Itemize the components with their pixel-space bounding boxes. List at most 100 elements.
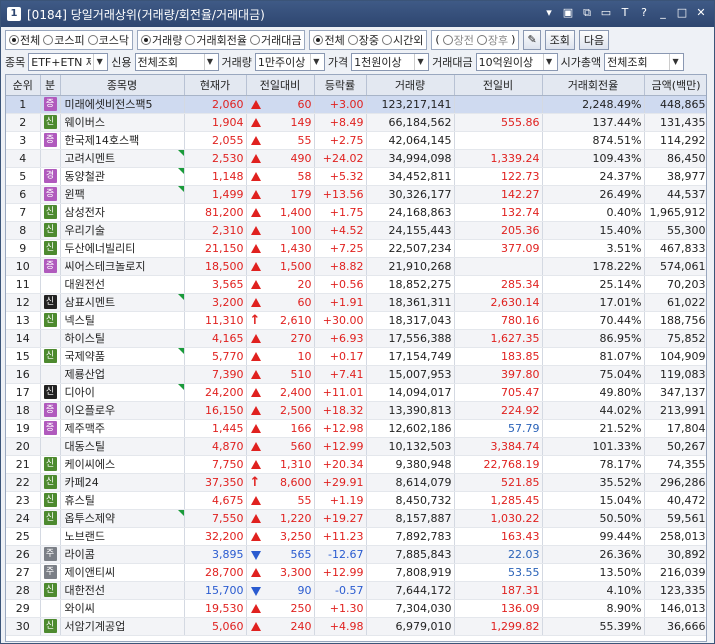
- close-icon[interactable]: ✕: [694, 6, 708, 20]
- stock-name[interactable]: 서암기계공업: [65, 620, 126, 633]
- stock-name[interactable]: 웨이버스: [65, 116, 105, 129]
- time-radio-0[interactable]: 장전: [442, 32, 474, 48]
- link-icon[interactable]: ⧉: [580, 6, 594, 20]
- table-row[interactable]: 29 와이씨 19,530 250 +1.30 7,304,030 136.09 8.90% 1…: [6, 599, 706, 618]
- price-select[interactable]: 1천원이상 ▼: [351, 52, 430, 71]
- table-row[interactable]: 20 대동스틸 4,870 560 +12.99 10,132,503 3,384.74 10…: [6, 437, 706, 456]
- stock-name[interactable]: 디아이: [65, 386, 95, 399]
- table-row[interactable]: 2 신 웨이버스 1,904 149 +8.49 66,184,562 555.86 137.4…: [6, 113, 706, 132]
- stock-name[interactable]: 미래에셋비전스팩5: [65, 98, 153, 111]
- session-radio-2[interactable]: 시간외: [381, 32, 423, 48]
- table-row[interactable]: 21 신 케이씨에스 7,750 1,310 +20.34 9,380,948 22,768.…: [6, 455, 706, 474]
- settings-button[interactable]: ✎: [523, 29, 541, 50]
- next-button[interactable]: 다음: [578, 29, 610, 50]
- stock-name[interactable]: 대원전선: [65, 278, 105, 291]
- help-icon[interactable]: ?: [637, 6, 651, 20]
- stock-name[interactable]: 두산에너빌리티: [65, 242, 136, 255]
- minimize-icon[interactable]: _: [656, 6, 670, 20]
- table-row[interactable]: 12 신 삼표시멘트 3,200 60 +1.91 18,361,311 2,630.14 17…: [6, 293, 706, 312]
- cap-select[interactable]: 전체조회 ▼: [604, 52, 685, 71]
- column-header[interactable]: 분: [40, 75, 61, 96]
- basis-radio-2[interactable]: 거래대금: [249, 32, 301, 48]
- session-radio-1[interactable]: 장중: [347, 32, 379, 48]
- table-row[interactable]: 27 주 제이앤티씨 28,700 3,300 +12.99 7,808,919 53.55 1…: [6, 563, 706, 582]
- table-row[interactable]: 10 증 씨어스테크놀로지 18,500 1,500 +8.82 21,910,268 178…: [6, 257, 706, 276]
- column-header[interactable]: 거래량: [366, 75, 455, 96]
- column-header[interactable]: 현재가: [184, 75, 247, 96]
- column-header[interactable]: 종목명: [60, 75, 185, 96]
- table-row[interactable]: 4 고려시멘트 2,530 490 +24.02 34,994,098 1,339.24 10…: [6, 149, 706, 168]
- table-row[interactable]: 22 신 카페24 37,350 ↑ 8,600 +29.91 8,614,079 521.85…: [6, 473, 706, 492]
- jongmok-select[interactable]: ETF+ETN 제 ▼: [28, 52, 109, 71]
- basis-radio-1[interactable]: 거래회전율: [185, 32, 247, 48]
- stock-name[interactable]: 케이씨에스: [65, 458, 116, 471]
- table-row[interactable]: 16 제룡산업 7,390 510 +7.41 15,007,953 397.80 75.04…: [6, 365, 706, 384]
- memo-icon[interactable]: ▣: [561, 6, 575, 20]
- turnover-cell: 874.51%: [542, 131, 645, 150]
- chevron-down-icon[interactable]: ▾: [542, 6, 556, 20]
- stock-name[interactable]: 동양철관: [65, 170, 105, 183]
- table-row[interactable]: 9 신 두산에너빌리티 21,150 1,430 +7.25 22,507,234 377.0…: [6, 239, 706, 258]
- table-row[interactable]: 25 노브랜드 32,200 3,250 +11.23 7,892,783 163.43 99…: [6, 527, 706, 546]
- table-row[interactable]: 26 주 라이콤 3,895 565 -12.67 7,885,843 22.03 26.36%…: [6, 545, 706, 564]
- market-radio-2[interactable]: 코스닥: [87, 32, 129, 48]
- column-header[interactable]: 등락률: [314, 75, 367, 96]
- stock-name[interactable]: 하이스틸: [65, 332, 105, 345]
- volume-select[interactable]: 1만주이상 ▼: [254, 52, 325, 71]
- basis-radio-0[interactable]: 거래량: [141, 32, 182, 48]
- table-row[interactable]: 13 신 넥스틸 11,310 ↑ 2,610 +30.00 18,317,043 780.16…: [6, 311, 706, 330]
- table-row[interactable]: 5 경 동양철관 1,148 58 +5.32 34,452,811 122.73 24.37%…: [6, 167, 706, 186]
- stock-name[interactable]: 고려시멘트: [65, 152, 116, 165]
- credit-select[interactable]: 전체조회 ▼: [134, 52, 219, 71]
- stock-name[interactable]: 제룡산업: [65, 368, 105, 381]
- table-row[interactable]: 19 증 제주맥주 1,445 166 +12.98 12,602,186 57.79 21.5…: [6, 419, 706, 438]
- table-row[interactable]: 14 하이스틸 4,165 270 +6.93 17,556,388 1,627.35 86.…: [6, 329, 706, 348]
- column-header[interactable]: 순위: [6, 75, 41, 96]
- table-row[interactable]: 15 신 국제약품 5,770 10 +0.17 17,154,749 183.85 81.07…: [6, 347, 706, 366]
- stock-name[interactable]: 라이콤: [65, 548, 95, 561]
- session-radio-0[interactable]: 전체: [313, 32, 345, 48]
- query-button[interactable]: 조회: [544, 29, 575, 50]
- stock-name[interactable]: 제이앤티씨: [65, 566, 116, 579]
- amount-select[interactable]: 10억원이상 ▼: [475, 52, 558, 71]
- stock-name[interactable]: 옵투스제약: [65, 512, 116, 525]
- stock-name[interactable]: 윈팩: [65, 188, 85, 201]
- font-icon[interactable]: T: [618, 6, 632, 20]
- table-row[interactable]: 28 신 대한전선 15,700 90 -0.57 7,644,172 187.31 4.10%…: [6, 581, 706, 600]
- table-row[interactable]: 6 증 윈팩 1,499 179 +13.56 30,326,177 142.27 26.49%…: [6, 185, 706, 204]
- stock-name[interactable]: 씨어스테크놀로지: [65, 260, 146, 273]
- time-radio-1[interactable]: 장후: [476, 32, 508, 48]
- table-row[interactable]: 1 증 미래에셋비전스팩5 2,060 60 +3.00 123,217,141 2,248.…: [6, 95, 706, 114]
- stock-name[interactable]: 국제약품: [65, 350, 105, 363]
- table-row[interactable]: 7 신 삼성전자 81,200 1,400 +1.75 24,168,863 132.74 0.…: [6, 203, 706, 222]
- stock-name[interactable]: 넥스틸: [65, 314, 95, 327]
- column-header[interactable]: 전일비: [454, 75, 543, 96]
- window-icon[interactable]: ▭: [599, 6, 613, 20]
- column-header[interactable]: 전일대비: [246, 75, 315, 96]
- stock-name[interactable]: 노브랜드: [65, 530, 105, 543]
- table-row[interactable]: 30 신 서암기계공업 5,060 240 +4.98 6,979,010 1,299.82 5…: [6, 617, 706, 636]
- table-row[interactable]: 17 신 디아이 24,200 2,400 +11.01 14,094,017 705.47 4…: [6, 383, 706, 402]
- column-header[interactable]: 금액(백만): [644, 75, 706, 96]
- stock-name[interactable]: 카페24: [65, 476, 99, 489]
- table-row[interactable]: 8 신 우리기술 2,310 100 +4.52 24,155,443 205.36 15.40…: [6, 221, 706, 240]
- column-header[interactable]: 거래회전율: [542, 75, 645, 96]
- stock-name[interactable]: 한국제14호스팩: [65, 134, 140, 147]
- table-row[interactable]: 24 신 옵투스제약 7,550 1,220 +19.27 8,157,887 1,030.2…: [6, 509, 706, 528]
- stock-name[interactable]: 이오플로우: [65, 404, 116, 417]
- stock-name[interactable]: 대동스틸: [65, 440, 105, 453]
- stock-name[interactable]: 휴스틸: [65, 494, 95, 507]
- stock-name[interactable]: 와이씨: [65, 602, 95, 615]
- table-row[interactable]: 3 증 한국제14호스팩 2,055 55 +2.75 42,064,145 874.51% 1…: [6, 131, 706, 150]
- market-radio-0[interactable]: 전체: [9, 32, 40, 48]
- table-row[interactable]: 18 증 이오플로우 16,150 2,500 +18.32 13,390,813 224.9…: [6, 401, 706, 420]
- market-radio-1[interactable]: 코스피: [43, 32, 85, 48]
- stock-name[interactable]: 삼성전자: [65, 206, 105, 219]
- stock-name[interactable]: 대한전선: [65, 584, 105, 597]
- maximize-icon[interactable]: □: [675, 6, 689, 20]
- table-row[interactable]: 23 신 휴스틸 4,675 55 +1.19 8,450,732 1,285.45 15.04…: [6, 491, 706, 510]
- stock-name[interactable]: 제주맥주: [65, 422, 105, 435]
- stock-name[interactable]: 삼표시멘트: [65, 296, 116, 309]
- stock-name[interactable]: 우리기술: [65, 224, 105, 237]
- table-row[interactable]: 11 대원전선 3,565 20 +0.56 18,852,275 285.34 25.14%…: [6, 275, 706, 294]
